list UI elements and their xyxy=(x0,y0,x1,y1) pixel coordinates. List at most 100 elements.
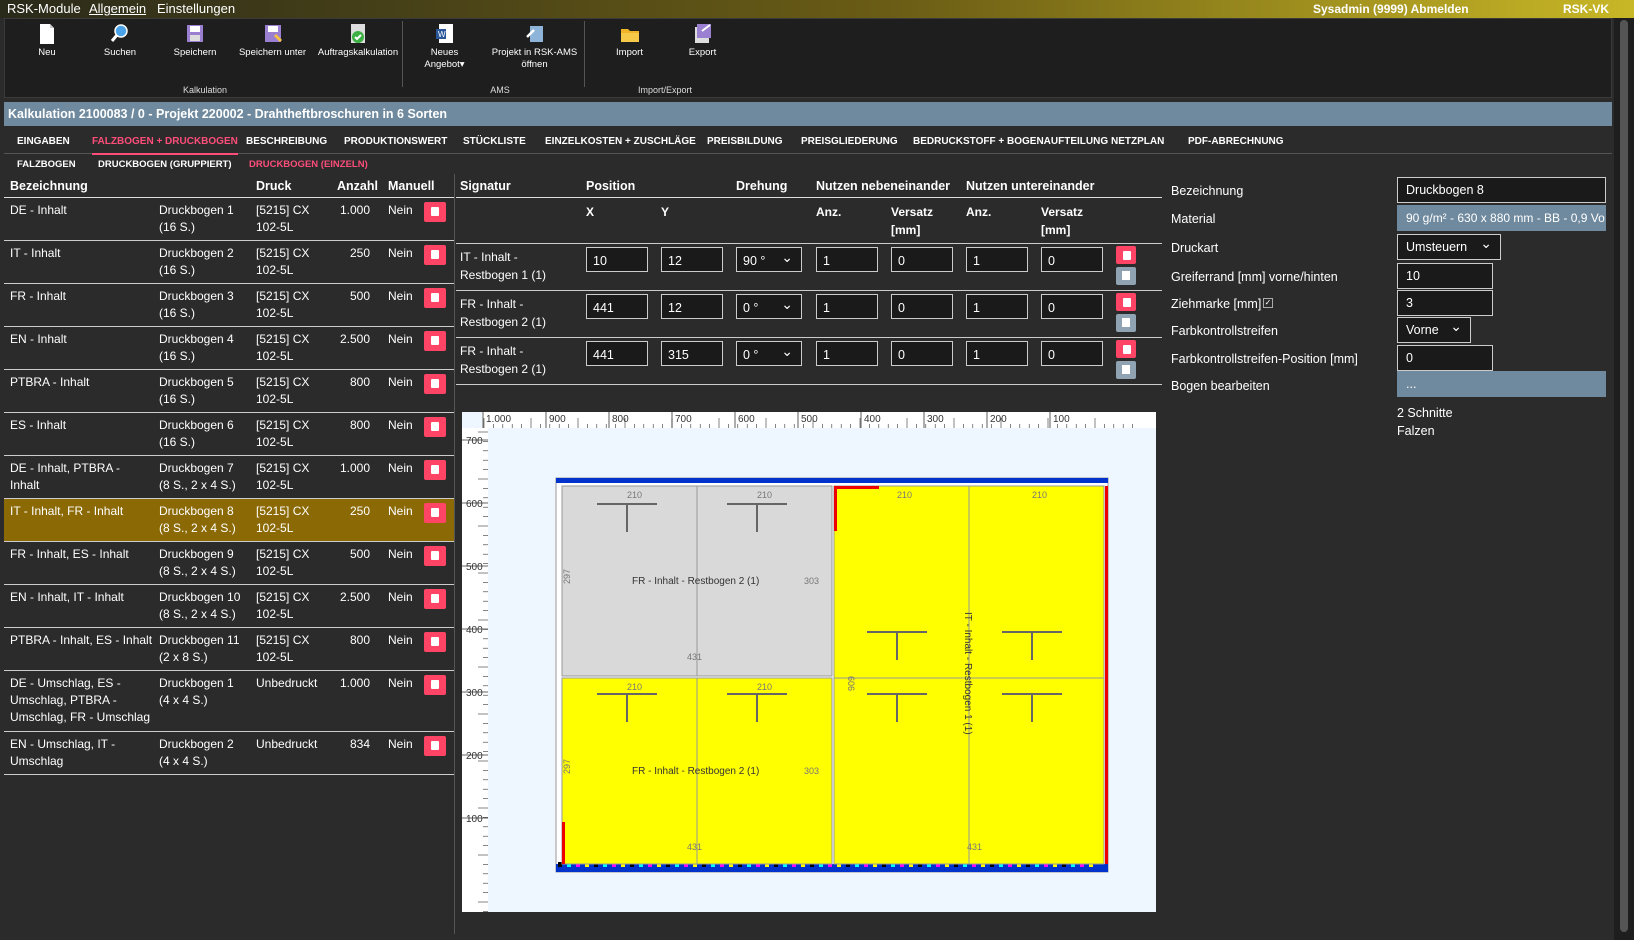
tab-preisgliederung[interactable]: PREISGLIEDERUNG xyxy=(801,136,898,147)
search-button[interactable]: Suchen xyxy=(95,19,145,59)
nutzen-unter-versatz-input[interactable]: 0 xyxy=(1041,294,1103,319)
save-button[interactable]: Speichern xyxy=(170,19,220,59)
delete-icon[interactable] xyxy=(1116,293,1136,311)
delete-icon[interactable] xyxy=(1116,340,1136,358)
row-druck-cont: 102-5L xyxy=(256,349,294,363)
subtab-druckbogen-gruppiert[interactable]: DRUCKBOGEN (GRUPPIERT) xyxy=(98,159,232,170)
table-row[interactable]: PTBRA - Inhalt, ES - Inhalt Druckbogen 11… xyxy=(4,628,454,671)
nutzen-unter-anz-input[interactable]: 1 xyxy=(966,341,1028,366)
table-row[interactable]: IT - Inhalt Druckbogen 2 (16 S.) [5215] CX 1… xyxy=(4,241,454,284)
signatur-row[interactable]: FR - Inhalt - Restbogen 2 (1) 441 12 0 ° … xyxy=(456,291,1162,338)
delete-icon[interactable] xyxy=(424,632,446,652)
table-row[interactable]: FR - Inhalt Druckbogen 3 (16 S.) [5215] CX 1… xyxy=(4,284,454,327)
copy-icon[interactable] xyxy=(1116,361,1136,379)
menu-allgemein[interactable]: Allgemein xyxy=(89,1,146,16)
scrollbar-thumb[interactable] xyxy=(1620,20,1628,932)
ziehmarke-checkbox[interactable]: ✓ xyxy=(1263,298,1273,308)
tab-stueckliste[interactable]: STÜCKLISTE xyxy=(463,136,526,147)
delete-icon[interactable] xyxy=(424,675,446,695)
nutzen-unter-versatz-input[interactable]: 0 xyxy=(1041,341,1103,366)
subtab-druckbogen-einzeln[interactable]: DRUCKBOGEN (EINZELN) xyxy=(249,159,368,170)
nutzen-neben-anz-input[interactable]: 1 xyxy=(816,294,878,319)
position-y-input[interactable]: 12 xyxy=(661,294,723,319)
greiferrand-input[interactable]: 10 xyxy=(1397,263,1493,289)
subtab-falzbogen[interactable]: FALZBOGEN xyxy=(17,159,76,170)
delete-icon[interactable] xyxy=(424,288,446,308)
new-offer-button[interactable]: W Neues Angebot▾ xyxy=(417,19,472,71)
copy-icon[interactable] xyxy=(1116,267,1136,285)
signatur-row[interactable]: IT - Inhalt - Restbogen 1 (1) 10 12 90 ° … xyxy=(456,244,1162,291)
delete-icon[interactable] xyxy=(424,589,446,609)
delete-icon[interactable] xyxy=(424,417,446,437)
new-button[interactable]: Neu xyxy=(27,19,67,59)
table-row[interactable]: EN - Umschlag, IT - Umschlag Druckbogen 2 (… xyxy=(4,732,454,775)
tab-falzbogen-druckbogen[interactable]: FALZBOGEN + DRUCKBOGEN xyxy=(92,136,238,155)
delete-icon[interactable] xyxy=(424,245,446,265)
tab-bedruckstoff[interactable]: BEDRUCKSTOFF + BOGENAUFTEILUNG xyxy=(913,136,1108,147)
nutzen-neben-anz-input[interactable]: 1 xyxy=(816,341,878,366)
import-button[interactable]: Import xyxy=(607,19,652,59)
delete-icon[interactable] xyxy=(424,331,446,351)
vertical-scrollbar[interactable] xyxy=(1614,18,1634,940)
table-row[interactable]: IT - Inhalt, FR - Inhalt Druckbogen 8 (8 S… xyxy=(4,499,454,542)
sheet-preview[interactable]: 1.000 900 800 700 600 500 400 300 200 100 700 600 50… xyxy=(462,412,1156,912)
ziehmarke-input[interactable]: 3 xyxy=(1397,290,1493,316)
delete-icon[interactable] xyxy=(424,460,446,480)
tab-beschreibung[interactable]: BESCHREIBUNG xyxy=(246,136,327,147)
table-row[interactable]: DE - Umschlag, ES - Umschlag, PTBRA - Umsc… xyxy=(4,671,454,732)
druckart-select[interactable]: Umsteuern xyxy=(1397,234,1501,260)
nutzen-neben-versatz-input[interactable]: 0 xyxy=(891,294,953,319)
nutzen-unter-anz-input[interactable]: 1 xyxy=(966,294,1028,319)
row-bezeichnung: DE - Inhalt, PTBRA - xyxy=(10,461,121,475)
drehung-select[interactable]: 0 ° xyxy=(736,341,802,366)
table-row[interactable]: PTBRA - Inhalt Druckbogen 5 (16 S.) [5215] … xyxy=(4,370,454,413)
delete-icon[interactable] xyxy=(424,202,446,222)
save-as-button[interactable]: Speichern unter xyxy=(235,19,310,59)
delete-icon[interactable] xyxy=(1116,246,1136,264)
table-row[interactable]: EN - Inhalt, IT - Inhalt Druckbogen 10 (8 … xyxy=(4,585,454,628)
tab-eingaben[interactable]: EINGABEN xyxy=(17,136,70,147)
tab-netzplan[interactable]: NETZPLAN xyxy=(1111,136,1164,147)
delete-icon[interactable] xyxy=(424,736,446,756)
bezeichnung-input[interactable]: Druckbogen 8 xyxy=(1397,177,1606,203)
table-row[interactable]: DE - Inhalt Druckbogen 1 (16 S.) [5215] CX 1… xyxy=(4,198,454,241)
table-row[interactable]: ES - Inhalt Druckbogen 6 (16 S.) [5215] CX 1… xyxy=(4,413,454,456)
copy-icon[interactable] xyxy=(1116,314,1136,332)
bogen-bearbeiten-button[interactable]: ... xyxy=(1397,371,1606,397)
position-x-input[interactable]: 441 xyxy=(586,341,648,366)
delete-icon[interactable] xyxy=(424,546,446,566)
position-x-input[interactable]: 441 xyxy=(586,294,648,319)
export-button[interactable]: Export xyxy=(680,19,725,59)
table-row[interactable]: FR - Inhalt, ES - Inhalt Druckbogen 9 (8 S… xyxy=(4,542,454,585)
tab-einzelkosten[interactable]: EINZELKOSTEN + ZUSCHLÄGE xyxy=(545,136,696,147)
tab-pdf-abrechnung[interactable]: PDF-ABRECHNUNG xyxy=(1188,136,1284,147)
fk-position-input[interactable]: 0 xyxy=(1397,345,1493,371)
position-y-input[interactable]: 315 xyxy=(661,341,723,366)
row-manuell: Nein xyxy=(388,504,413,518)
user-logout[interactable]: Sysadmin (9999) Abmelden xyxy=(1313,2,1469,16)
table-row[interactable]: EN - Inhalt Druckbogen 4 (16 S.) [5215] CX 1… xyxy=(4,327,454,370)
position-y-input[interactable]: 12 xyxy=(661,247,723,272)
delete-icon[interactable] xyxy=(424,374,446,394)
row-seiten: (16 S.) xyxy=(159,306,196,320)
signatur-row[interactable]: FR - Inhalt - Restbogen 2 (1) 441 315 0 °… xyxy=(456,338,1162,385)
table-row[interactable]: DE - Inhalt, PTBRA - Inhalt Druckbogen 7 (8… xyxy=(4,456,454,499)
tab-produktionswert[interactable]: PRODUKTIONSWERT xyxy=(344,136,447,147)
drehung-select[interactable]: 90 ° xyxy=(736,247,802,272)
nutzen-neben-versatz-input[interactable]: 0 xyxy=(891,247,953,272)
drehung-select[interactable]: 0 ° xyxy=(736,294,802,319)
farbkontrollstreifen-select[interactable]: Vorne xyxy=(1397,317,1471,343)
nutzen-unter-anz-input[interactable]: 1 xyxy=(966,247,1028,272)
delete-icon[interactable] xyxy=(424,503,446,523)
open-in-rsk-ams-button[interactable]: Projekt in RSK-AMS öffnen xyxy=(487,19,582,71)
position-x-input[interactable]: 10 xyxy=(586,247,648,272)
menu-rsk-module[interactable]: RSK-Module xyxy=(7,1,81,16)
menu-einstellungen[interactable]: Einstellungen xyxy=(157,1,235,16)
material-select[interactable]: 90 g/m² - 630 x 880 mm - BB - 0,9 Vo xyxy=(1397,205,1606,231)
nutzen-neben-versatz-input[interactable]: 0 xyxy=(891,341,953,366)
tab-preisbildung[interactable]: PREISBILDUNG xyxy=(707,136,783,147)
ruler-label: 900 xyxy=(549,414,566,425)
nutzen-neben-anz-input[interactable]: 1 xyxy=(816,247,878,272)
nutzen-unter-versatz-input[interactable]: 0 xyxy=(1041,247,1103,272)
auftragskalkulation-button[interactable]: Auftragskalkulation xyxy=(313,19,403,59)
